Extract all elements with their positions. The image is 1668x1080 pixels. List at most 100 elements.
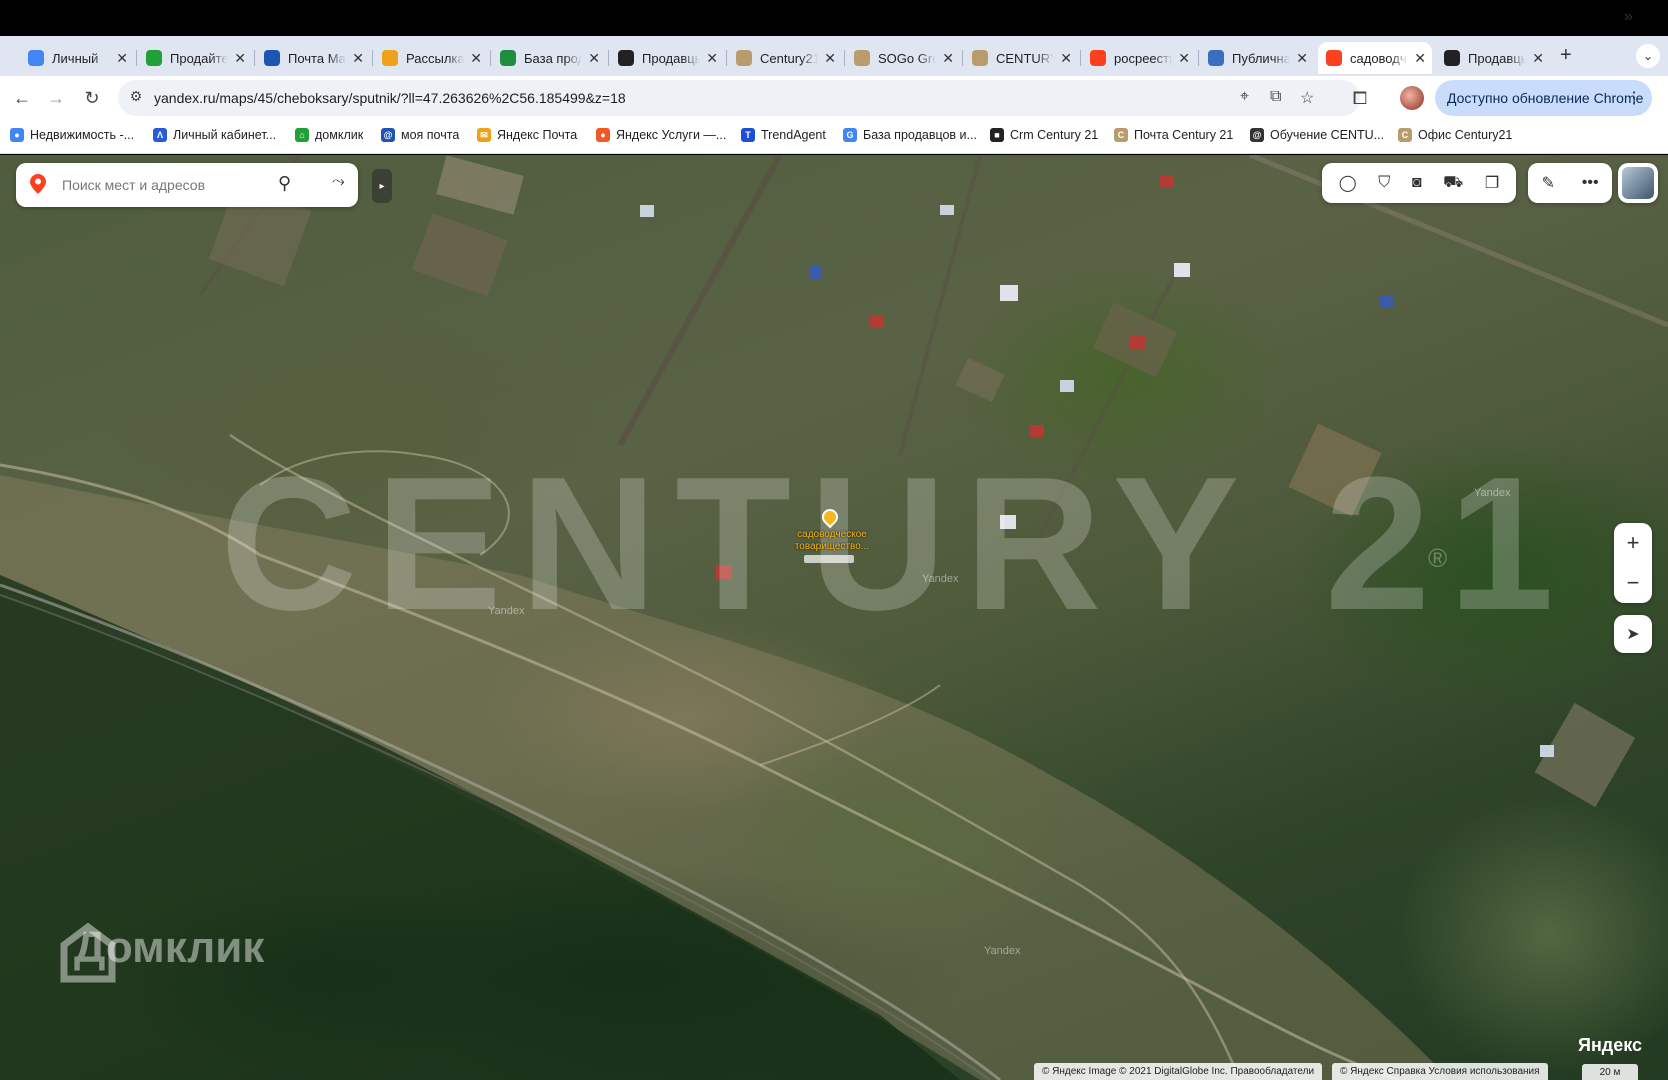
bookmark-label: Почта Century 21 xyxy=(1134,128,1234,142)
sheets-color-icon xyxy=(28,50,44,66)
browser-tab[interactable]: CENTURY ✕ xyxy=(964,42,1078,74)
close-tab-icon[interactable]: ✕ xyxy=(1532,50,1544,67)
browser-tab[interactable]: Продавцы ✕ xyxy=(610,42,724,74)
bookmark-item[interactable]: G База продавцов и... xyxy=(843,128,977,142)
bookmarks-overflow-icon[interactable]: » xyxy=(1624,8,1633,26)
route-icon[interactable]: ⤳ xyxy=(332,173,345,191)
browser-tab[interactable]: Рассылка ✕ xyxy=(374,42,488,74)
close-tab-icon[interactable]: ✕ xyxy=(706,50,718,67)
address-bar[interactable]: ⚙ yandex.ru/maps/45/cheboksary/sputnik/?… xyxy=(118,80,1360,116)
bookmark-item[interactable]: Λ Личный кабинет... xyxy=(153,128,276,142)
browser-tab[interactable]: Century21 ✕ xyxy=(728,42,842,74)
close-tab-icon[interactable]: ✕ xyxy=(824,50,836,67)
bookmark-item[interactable]: C Офис Century21 xyxy=(1398,128,1512,142)
close-tab-icon[interactable]: ✕ xyxy=(116,50,128,67)
close-tab-icon[interactable]: ✕ xyxy=(1060,50,1072,67)
tab-separator xyxy=(726,50,727,66)
map-mode-icon[interactable]: ❐ xyxy=(1485,173,1499,193)
bookmark-item[interactable]: ● Недвижимость -... xyxy=(10,128,134,142)
extensions-icon[interactable]: ⧠ xyxy=(1348,86,1372,110)
site-info-icon[interactable]: ⚙ xyxy=(126,88,146,108)
tab-label: Продайте xyxy=(170,50,228,66)
bookmark-label: домклик xyxy=(315,128,364,142)
close-tab-icon[interactable]: ✕ xyxy=(1414,50,1426,67)
layers-icon[interactable]: ◯ xyxy=(1339,173,1357,193)
traffic-icon[interactable]: ⛉ xyxy=(1378,174,1390,192)
domclick-watermark: Домклик xyxy=(60,923,264,983)
bookmark-item[interactable]: ■ Crm Century 21 xyxy=(990,128,1098,142)
forward-button[interactable]: → xyxy=(44,86,68,110)
browser-tab[interactable]: Продавцы ✕ xyxy=(1436,42,1550,74)
zoom-out-button[interactable]: − xyxy=(1614,563,1652,603)
address-url[interactable]: yandex.ru/maps/45/cheboksary/sputnik/?ll… xyxy=(154,90,626,106)
map-search-box[interactable]: Поиск мест и адресов ⚲ ⤳ xyxy=(16,163,358,207)
close-tab-icon[interactable]: ✕ xyxy=(352,50,364,67)
new-tab-button[interactable]: + xyxy=(1560,44,1572,67)
tab-label: Почта Mail xyxy=(288,50,346,66)
chrome-update-button[interactable]: Доступно обновление Chrome ⋮ xyxy=(1435,80,1652,116)
browser-tab[interactable]: росреестр ✕ xyxy=(1082,42,1196,74)
yandex-tile-tag: Yandex xyxy=(1474,487,1511,499)
browser-tab[interactable]: садоводческое ✕ xyxy=(1318,42,1432,74)
pin-sublabel xyxy=(804,555,854,563)
bookmark-icon: G xyxy=(843,128,857,142)
browser-tab[interactable]: База продавцов ✕ xyxy=(492,42,606,74)
bookmark-icon: T xyxy=(741,128,755,142)
close-tab-icon[interactable]: ✕ xyxy=(588,50,600,67)
search-placeholder[interactable]: Поиск мест и адресов xyxy=(62,177,205,193)
bookmark-label: TrendAgent xyxy=(761,128,826,142)
satellite-map[interactable]: CENTURY 21 ® Yandex Yandex Yandex Yandex… xyxy=(0,155,1668,1080)
transit-bus-icon[interactable]: ⛟ xyxy=(1443,173,1463,193)
tab-separator xyxy=(490,50,491,66)
profile-avatar[interactable] xyxy=(1400,86,1424,110)
mail-icon xyxy=(264,50,280,66)
browser-tab[interactable]: Продайте ✕ xyxy=(138,42,252,74)
panorama-camera-icon[interactable]: ◙ xyxy=(1412,174,1422,192)
search-icon[interactable]: ⚲ xyxy=(278,173,291,194)
more-icon[interactable]: ••• xyxy=(1582,174,1599,192)
yandex-mail-icon xyxy=(382,50,398,66)
browser-tab[interactable]: Личный ✕ xyxy=(20,42,134,74)
bookmark-item[interactable]: ✉ Яндекс Почта xyxy=(477,128,577,142)
close-tab-icon[interactable]: ✕ xyxy=(1296,50,1308,67)
browser-tab[interactable]: Почта Mail ✕ xyxy=(256,42,370,74)
bookmark-item[interactable]: ⌂ домклик xyxy=(295,128,363,142)
close-tab-icon[interactable]: ✕ xyxy=(1178,50,1190,67)
browser-tab[interactable]: SOGo Groupware ✕ xyxy=(846,42,960,74)
bookmark-item[interactable]: C Почта Century 21 xyxy=(1114,128,1233,142)
pin-label[interactable]: садоводческое товарищество... xyxy=(782,529,882,553)
notion-icon xyxy=(618,50,634,66)
map-tools-panel: ✎ ••• xyxy=(1528,163,1612,203)
zoom-in-button[interactable]: + xyxy=(1614,523,1652,563)
bookmark-item[interactable]: ● Яндекс Услуги —... xyxy=(596,128,726,142)
yandex-logo[interactable]: Яндекс xyxy=(1578,1035,1642,1056)
close-tab-icon[interactable]: ✕ xyxy=(470,50,482,67)
map-legal-links[interactable]: © Яндекс Справка Условия использования xyxy=(1332,1063,1548,1080)
tab-search-button[interactable]: ⌄ xyxy=(1636,44,1660,68)
install-app-icon[interactable]: ⧉ xyxy=(1270,88,1281,106)
location-icon[interactable]: ⌖ xyxy=(1240,88,1249,106)
back-button[interactable]: ← xyxy=(10,86,34,110)
geolocation-button[interactable]: ➤ xyxy=(1614,615,1652,653)
bookmark-star-icon[interactable]: ☆ xyxy=(1300,88,1314,108)
tab-label: садоводческое xyxy=(1350,50,1408,66)
user-profile-button[interactable] xyxy=(1618,163,1658,203)
navigation-bar: ← → ↻ ⚙ yandex.ru/maps/45/cheboksary/spu… xyxy=(0,76,1668,120)
browser-tab[interactable]: Публичная ✕ xyxy=(1200,42,1314,74)
bookmark-item[interactable]: T TrendAgent xyxy=(741,128,826,142)
reload-button[interactable]: ↻ xyxy=(80,86,104,110)
tab-separator xyxy=(844,50,845,66)
yandex-tile-tag: Yandex xyxy=(984,945,1021,957)
tab-separator xyxy=(372,50,373,66)
bookmark-item[interactable]: @ моя почта xyxy=(381,128,459,142)
bookmark-item[interactable]: @ Обучение CENTU... xyxy=(1250,128,1384,142)
map-attribution[interactable]: © Яндекс Image © 2021 DigitalGlobe Inc. … xyxy=(1034,1063,1323,1080)
bookmark-icon: @ xyxy=(381,128,395,142)
close-tab-icon[interactable]: ✕ xyxy=(234,50,246,67)
zoom-control: + − xyxy=(1614,523,1652,603)
ruler-icon[interactable]: ✎ xyxy=(1541,173,1554,193)
tab-label: База продавцов xyxy=(524,50,582,66)
close-tab-icon[interactable]: ✕ xyxy=(942,50,954,67)
panel-toggle-button[interactable]: ▸ xyxy=(372,169,392,203)
user-avatar xyxy=(1622,167,1654,199)
